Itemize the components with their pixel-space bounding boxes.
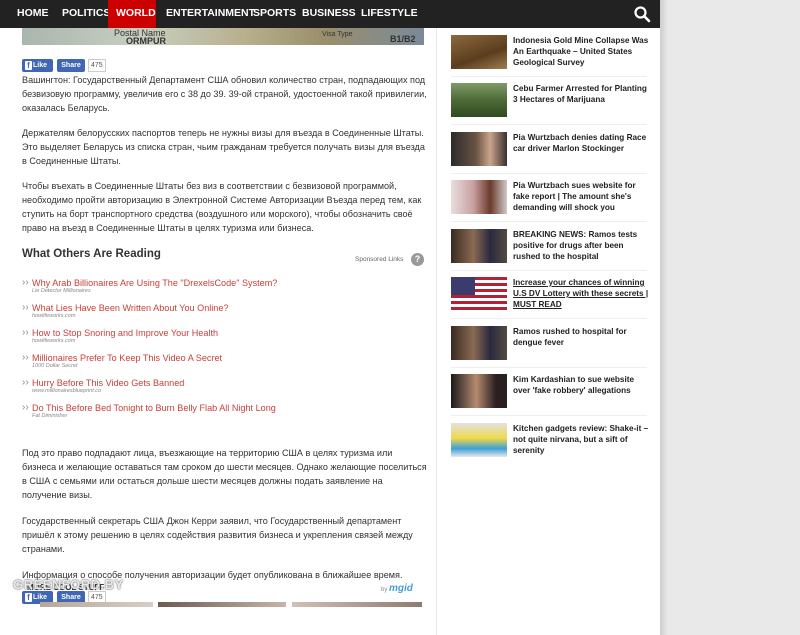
site-watermark: GREENFORD.BY xyxy=(13,577,124,592)
search-icon[interactable] xyxy=(633,5,651,23)
news-thumbnail[interactable] xyxy=(451,132,507,166)
sponsored-link[interactable]: ›› Hurry Before This Video Gets Banned w… xyxy=(22,377,422,399)
article-paragraph: Вашингтон: Государственный Департамент С… xyxy=(22,75,427,113)
arrow-icon: ›› xyxy=(22,277,29,288)
like-label: Like xyxy=(33,62,48,69)
news-thumbnail[interactable] xyxy=(451,180,507,214)
sidebar-news-title[interactable]: Indonesia Gold Mine Collapse Was An Eart… xyxy=(513,35,649,68)
sponsored-link-source: Lie Detector Millionaires xyxy=(32,288,91,294)
arrow-icon: ›› xyxy=(22,302,29,313)
sponsored-link[interactable]: ›› Millionaires Prefer To Keep This Vide… xyxy=(22,352,422,374)
hero-text: Visa Type xyxy=(322,31,353,38)
sponsored-link[interactable]: ›› What Lies Have Been Written About You… xyxy=(22,302,422,324)
sidebar-news-title[interactable]: Ramos rushed to hospital for dengue feve… xyxy=(513,326,649,348)
sponsored-link-source: howlifeworks.com xyxy=(32,338,76,344)
mgid-logo[interactable]: by mgid xyxy=(381,583,413,594)
hero-text: ORMPUR xyxy=(126,36,166,45)
sidebar-news-title[interactable]: Increase your chances of winning U.S DV … xyxy=(513,277,649,310)
what-others-reading-title: What Others Are Reading xyxy=(22,248,161,260)
arrow-icon: ›› xyxy=(22,352,29,363)
nav-item-sports[interactable]: SPORTS xyxy=(245,0,296,28)
article-paragraph: Под это право подпадают лица, въезжающие… xyxy=(22,448,427,500)
nav-item-lifestyle[interactable]: LIFESTYLE xyxy=(353,0,418,28)
page-edge-shadow xyxy=(660,0,668,635)
sidebar-news-title[interactable]: BREAKING NEWS: Ramos tests positive for … xyxy=(513,229,649,262)
sponsored-link-source: Fat Diminisher xyxy=(32,413,68,419)
article-hero-image: Postal Name Visa Type ORMPUR B1/B2 xyxy=(22,28,424,45)
sidebar-news-item[interactable]: Cebu Farmer Arrested for Planting 3 Hect… xyxy=(451,83,647,125)
facebook-share-button[interactable]: Share xyxy=(57,59,85,72)
news-thumbnail[interactable] xyxy=(451,277,507,311)
news-thumbnail[interactable] xyxy=(451,83,507,117)
promo-thumbnail[interactable] xyxy=(158,602,286,607)
page: HOME POLITICS WORLD ENTERTAINMENT SPORTS… xyxy=(0,0,800,635)
by-label: by xyxy=(381,587,388,593)
sidebar-news-title[interactable]: Pia Wurtzbach denies dating Race car dri… xyxy=(513,132,649,154)
promo-thumbnail[interactable] xyxy=(40,602,153,607)
article-paragraph: Государственный секретарь США Джон Керри… xyxy=(22,516,413,554)
sidebar-news-title[interactable]: Pia Wurtzbach sues website for fake repo… xyxy=(513,180,649,213)
news-thumbnail[interactable] xyxy=(451,35,507,69)
sidebar-news-item[interactable]: BREAKING NEWS: Ramos tests positive for … xyxy=(451,229,647,271)
sponsored-link-title[interactable]: Do This Before Bed Tonight to Burn Belly… xyxy=(32,402,276,414)
sidebar-news-item[interactable]: Indonesia Gold Mine Collapse Was An Eart… xyxy=(451,35,649,77)
arrow-icon: ›› xyxy=(22,377,29,388)
article-paragraph: Держателям белорусских паспортов теперь … xyxy=(22,128,425,166)
share-count: 475 xyxy=(88,59,106,72)
site-container: HOME POLITICS WORLD ENTERTAINMENT SPORTS… xyxy=(0,0,660,635)
facebook-like-button[interactable]: f Like xyxy=(22,59,53,72)
sidebar-news-title[interactable]: Cebu Farmer Arrested for Planting 3 Hect… xyxy=(513,83,649,105)
hero-text: B1/B2 xyxy=(390,34,416,44)
sponsored-link[interactable]: ›› Why Arab Billionaires Are Using The "… xyxy=(22,277,422,299)
sponsored-links-label[interactable]: Sponsored Links xyxy=(355,256,403,263)
sponsored-link-source: 1000 Dollar Secret xyxy=(32,363,78,369)
news-thumbnail[interactable] xyxy=(451,326,507,360)
article-paragraph: Чтобы въехать в Соединенные Штаты без ви… xyxy=(22,181,422,233)
nav-item-politics[interactable]: POLITICS xyxy=(54,0,110,28)
arrow-icon: ›› xyxy=(22,327,29,338)
arrow-icon: ›› xyxy=(22,402,29,413)
sidebar-news-title[interactable]: Kim Kardashian to sue website over 'fake… xyxy=(513,374,649,396)
sidebar-news-item[interactable]: Pia Wurtzbach sues website for fake repo… xyxy=(451,180,647,222)
facebook-icon: f xyxy=(25,593,32,602)
sidebar-news-item[interactable]: Ramos rushed to hospital for dengue feve… xyxy=(451,326,647,368)
news-thumbnail[interactable] xyxy=(451,229,507,263)
mgid-label: mgid xyxy=(389,583,413,594)
nav-item-world[interactable]: WORLD xyxy=(108,0,156,28)
sidebar-news-title[interactable]: Kitchen gadgets review: Shake-it – not q… xyxy=(513,423,649,456)
promo-thumbnail[interactable] xyxy=(292,602,422,607)
help-icon[interactable]: ? xyxy=(411,253,424,266)
sponsored-link-source: howlifeworks.com xyxy=(32,313,76,319)
nav-item-home[interactable]: HOME xyxy=(0,0,54,28)
nav-item-business[interactable]: BUSINESS xyxy=(294,0,356,28)
sidebar-news-item[interactable]: Kim Kardashian to sue website over 'fake… xyxy=(451,374,647,416)
sidebar-news-item[interactable]: Pia Wurtzbach denies dating Race car dri… xyxy=(451,132,647,174)
news-thumbnail[interactable] xyxy=(451,374,507,408)
article-column: Postal Name Visa Type ORMPUR B1/B2 f Like… xyxy=(0,28,437,635)
flag-canton xyxy=(451,277,475,295)
nav-item-entertainment[interactable]: ENTERTAINMENT xyxy=(158,0,255,28)
sponsored-link[interactable]: ›› Do This Before Bed Tonight to Burn Be… xyxy=(22,402,422,424)
facebook-icon: f xyxy=(25,61,32,70)
sidebar-news-item[interactable]: Kitchen gadgets review: Shake-it – not q… xyxy=(451,423,649,465)
like-label: Like xyxy=(33,594,48,601)
sidebar-news-item[interactable]: Increase your chances of winning U.S DV … xyxy=(451,277,649,319)
sponsored-link[interactable]: ›› How to Stop Snoring and Improve Your … xyxy=(22,327,422,349)
news-thumbnail[interactable] xyxy=(451,423,507,457)
sponsored-link-source: www.millionairesblueprint.co xyxy=(32,388,102,394)
top-navigation: HOME POLITICS WORLD ENTERTAINMENT SPORTS… xyxy=(0,0,660,28)
